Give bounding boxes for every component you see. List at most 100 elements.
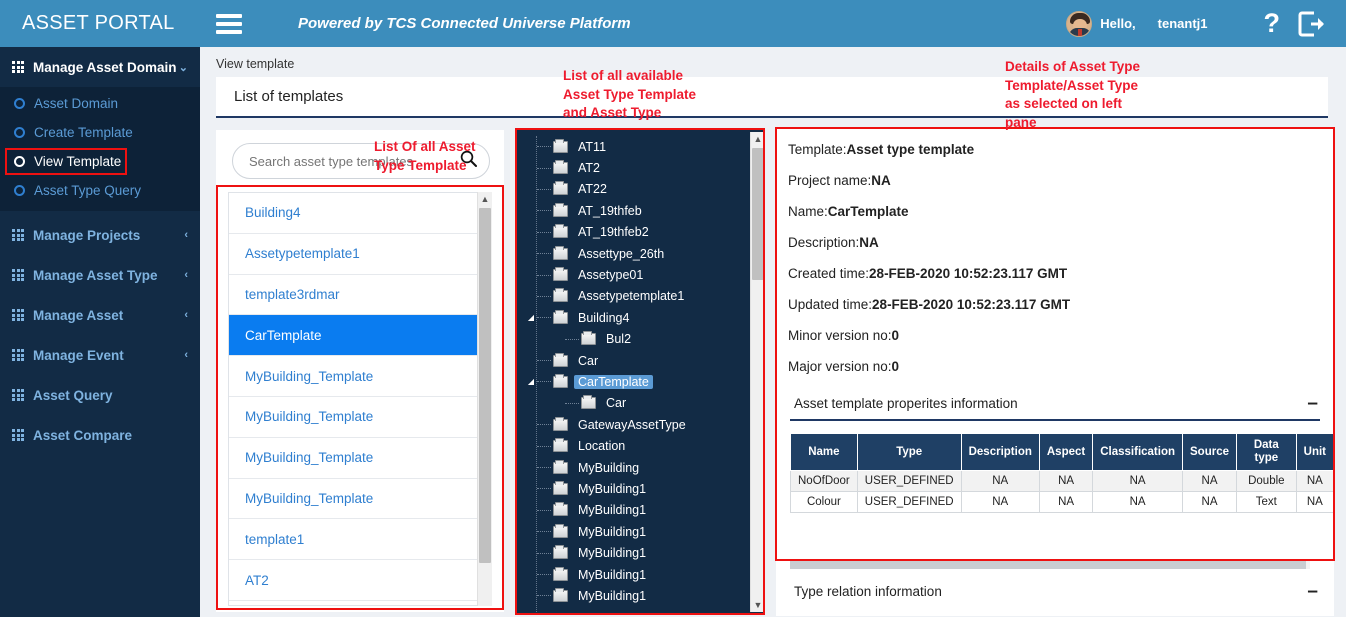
hello-label: Hello, bbox=[1100, 16, 1136, 31]
sidebar-item-label: Create Template bbox=[34, 125, 133, 140]
tree-node[interactable]: AT_19thfeb bbox=[517, 200, 749, 221]
collapse-icon[interactable]: – bbox=[1307, 582, 1318, 601]
tree-node[interactable]: MyBuilding1 bbox=[517, 478, 749, 499]
table-cell: NoOfDoor bbox=[790, 470, 858, 492]
scroll-up-icon[interactable]: ▲ bbox=[751, 132, 765, 146]
tree-node[interactable]: MyBuilding1 bbox=[517, 542, 749, 563]
table-body: NoOfDoor USER_DEFINED NA NA NA NA Double NA Colo… bbox=[790, 470, 1334, 513]
template-list-items: Building4 Assetypetemplate1 template3rdmar… bbox=[229, 193, 490, 605]
sidebar-group-asset-query[interactable]: Asset Query bbox=[0, 375, 200, 415]
tree-node[interactable]: Location bbox=[517, 435, 749, 456]
folder-icon bbox=[553, 181, 568, 196]
table-row: NoOfDoor USER_DEFINED NA NA NA NA Double NA bbox=[790, 470, 1334, 492]
tree-connector bbox=[537, 531, 551, 533]
sidebar-group-label: Manage Projects bbox=[33, 227, 141, 243]
tree-node[interactable]: ◢ Building4 bbox=[517, 307, 749, 328]
template-list-item[interactable]: template3rdmar bbox=[229, 274, 490, 316]
template-list-item[interactable]: MyBuilding_Template bbox=[229, 437, 490, 479]
template-list-item[interactable] bbox=[229, 600, 490, 605]
tree-node[interactable]: AT2 bbox=[517, 157, 749, 178]
tree-node[interactable]: AT11 bbox=[517, 136, 749, 157]
tree-node[interactable]: MyBuilding1 bbox=[517, 585, 749, 606]
tree-scrollbar[interactable]: ▲ ▼ bbox=[750, 132, 765, 612]
scroll-up-icon[interactable]: ▲ bbox=[478, 192, 492, 206]
folder-icon bbox=[553, 352, 568, 367]
tree-node[interactable]: GatewayAssetType bbox=[517, 414, 749, 435]
sidebar-group-manage-asset-type[interactable]: Manage Asset Type ‹ bbox=[0, 255, 200, 295]
tree-node[interactable]: ◢ CarTemplate bbox=[517, 371, 749, 392]
chevron-left-icon: ‹ bbox=[184, 229, 188, 241]
template-list-item[interactable]: MyBuilding_Template bbox=[229, 478, 490, 520]
sidebar-item-create-template[interactable]: Create Template bbox=[0, 118, 200, 147]
tree-node[interactable]: MyBuilding1 bbox=[517, 500, 749, 521]
template-list-item[interactable]: AT2 bbox=[229, 560, 490, 601]
collapse-icon[interactable]: – bbox=[1307, 394, 1318, 413]
section-title: Type relation information bbox=[794, 584, 942, 599]
folder-icon bbox=[553, 288, 568, 303]
folder-icon bbox=[581, 331, 596, 346]
tree-connector bbox=[537, 188, 551, 190]
sidebar-item-label: Asset Type Query bbox=[34, 183, 142, 198]
tree-node[interactable]: MyBuilding1 bbox=[517, 521, 749, 542]
scrollbar-thumb[interactable] bbox=[479, 208, 491, 563]
sidebar-item-asset-domain[interactable]: Asset Domain bbox=[0, 89, 200, 118]
detail-label: Major version no: bbox=[788, 359, 892, 374]
expand-arrow-icon[interactable]: ◢ bbox=[525, 313, 537, 322]
properties-section-header[interactable]: Asset template properites information – bbox=[790, 390, 1320, 421]
tree-node[interactable]: Car bbox=[517, 350, 749, 371]
sidebar-group-manage-event[interactable]: Manage Event ‹ bbox=[0, 335, 200, 375]
expand-arrow-icon[interactable]: ◢ bbox=[525, 377, 537, 386]
tree-node[interactable]: AT22 bbox=[517, 179, 749, 200]
asset-type-tree[interactable]: AT11 AT2 AT22 AT_19thfeb AT_19thfeb2 Assettyp… bbox=[517, 130, 764, 614]
detail-value: 0 bbox=[891, 328, 900, 343]
properties-horizontal-scrollbar[interactable] bbox=[790, 560, 1310, 569]
sidebar-group-asset-compare[interactable]: Asset Compare bbox=[0, 415, 200, 455]
folder-icon bbox=[553, 309, 568, 324]
scrollbar-thumb[interactable] bbox=[752, 148, 764, 280]
grid-icon bbox=[12, 309, 24, 321]
tree-node-label: Assettype_26th bbox=[578, 246, 665, 261]
grid-icon bbox=[12, 229, 24, 241]
tree-node[interactable]: Assetypetemplate1 bbox=[517, 286, 749, 307]
template-list-scrollbar[interactable]: ▲ bbox=[477, 192, 492, 606]
sidebar-item-asset-type-query[interactable]: Asset Type Query bbox=[0, 176, 200, 205]
template-list[interactable]: Building4 Assetypetemplate1 template3rdmar… bbox=[228, 192, 491, 606]
template-list-item[interactable]: MyBuilding_Template bbox=[229, 396, 490, 438]
template-list-item[interactable]: Assetypetemplate1 bbox=[229, 233, 490, 275]
template-list-item[interactable]: Building4 bbox=[229, 193, 490, 234]
template-list-item[interactable]: CarTemplate bbox=[229, 315, 490, 357]
tree-node[interactable]: Bul2 bbox=[517, 329, 749, 350]
folder-icon bbox=[553, 459, 568, 474]
table-column-header: Description bbox=[960, 433, 1040, 471]
template-list-item[interactable]: MyBuilding_Template bbox=[229, 356, 490, 397]
logout-icon[interactable] bbox=[1298, 11, 1326, 37]
table-cell: NA bbox=[1295, 491, 1334, 513]
tree-node[interactable]: Assetype01 bbox=[517, 264, 749, 285]
annotation-template-list-text: List Of all Asset Type Template bbox=[374, 139, 476, 173]
scroll-down-icon[interactable]: ▼ bbox=[751, 598, 765, 612]
hamburger-icon[interactable] bbox=[206, 13, 252, 34]
relation-section-header[interactable]: Type relation information – bbox=[790, 578, 1320, 607]
scrollbar-thumb[interactable] bbox=[790, 560, 1306, 569]
help-icon[interactable]: ? bbox=[1264, 10, 1281, 37]
properties-table: Name Type Description Aspect Classification S… bbox=[790, 433, 1334, 513]
detail-label: Updated time: bbox=[788, 297, 873, 312]
sidebar-item-view-template[interactable]: View Template bbox=[0, 147, 200, 176]
grid-icon bbox=[12, 429, 24, 441]
tree-node[interactable]: Assettype_26th bbox=[517, 243, 749, 264]
tree-node[interactable]: MyBuilding1 bbox=[517, 564, 749, 585]
user-box[interactable]: Hello, tenantj1 bbox=[1066, 10, 1208, 37]
hamburger-bar bbox=[216, 29, 242, 34]
sidebar-group-label: Asset Compare bbox=[33, 427, 133, 443]
tree-node[interactable]: MyBuilding bbox=[517, 457, 749, 478]
tree-node[interactable]: AT_19thfeb2 bbox=[517, 222, 749, 243]
sidebar-item-label: Asset Domain bbox=[34, 96, 119, 111]
tree-node[interactable]: Car bbox=[517, 393, 749, 414]
sidebar-group-manage-asset[interactable]: Manage Asset ‹ bbox=[0, 295, 200, 335]
chevron-left-icon: ‹ bbox=[184, 309, 188, 321]
template-list-item[interactable]: template1 bbox=[229, 519, 490, 561]
table-cell: NA bbox=[1092, 491, 1184, 513]
sidebar-group-manage-projects[interactable]: Manage Projects ‹ bbox=[0, 215, 200, 255]
sidebar-group-manage-asset-domain[interactable]: Manage Asset Domain ⌄ bbox=[0, 47, 200, 87]
table-cell: USER_DEFINED bbox=[856, 470, 962, 492]
